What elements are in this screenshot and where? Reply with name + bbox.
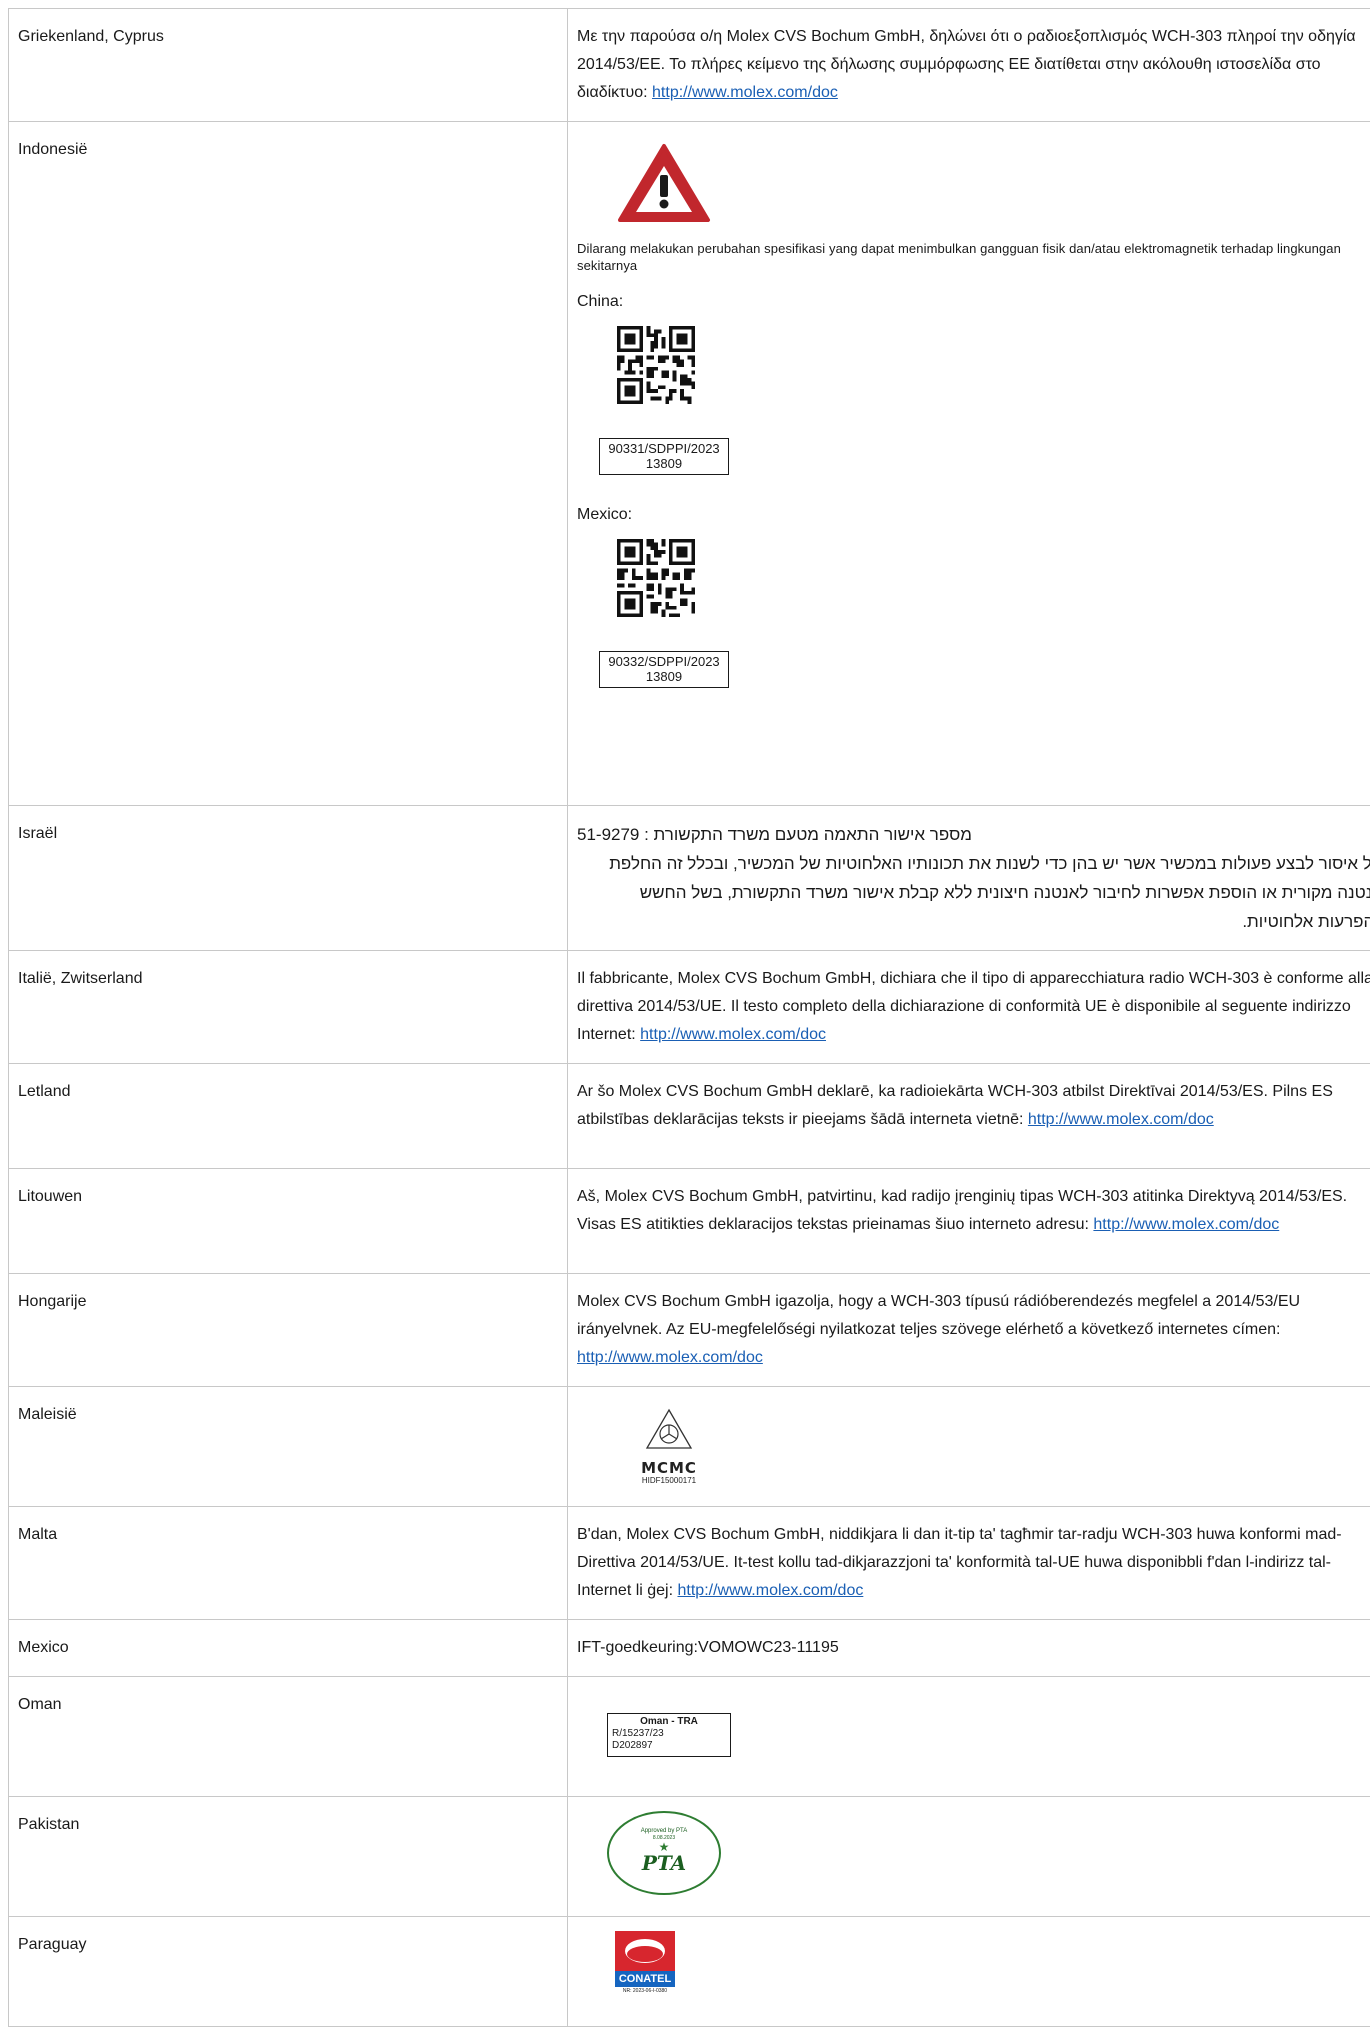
- china-cert-box: 90331/SDPPI/2023 13809: [599, 438, 729, 475]
- country-cell: Pakistan: [9, 1797, 568, 1917]
- country-cell: Maleisië: [9, 1387, 568, 1507]
- cert-number: 90332/SDPPI/2023: [600, 654, 728, 669]
- country-cell: Paraguay: [9, 1917, 568, 2027]
- country-cell: Indonesië: [9, 122, 568, 806]
- country-cell: Italië, Zwitserland: [9, 951, 568, 1064]
- pta-logo: Approved by PTA 8.08.2023 ★ PTA: [607, 1811, 721, 1895]
- declaration-cell: Molex CVS Bochum GmbH igazolja, hogy a W…: [568, 1274, 1370, 1387]
- country-cell: Hongarije: [9, 1274, 568, 1387]
- declaration-cell: IFT-goedkeuring:VOMOWC23-11195: [568, 1620, 1370, 1677]
- table-row: Italië, Zwitserland Il fabbricante, Mole…: [9, 951, 1370, 1064]
- declaration-cell: Il fabbricante, Molex CVS Bochum GmbH, d…: [568, 951, 1370, 1064]
- pta-logo-text: PTA: [609, 1853, 719, 1873]
- table-row: Maleisië MCMC HIDF15000171: [9, 1387, 1370, 1507]
- table-row: Litouwen Aš, Molex CVS Bochum GmbH, patv…: [9, 1169, 1370, 1274]
- table-row: Oman Oman - TRA R/15237/23 D202897: [9, 1677, 1370, 1797]
- cert-number: 90331/SDPPI/2023: [600, 441, 728, 456]
- oman-tra-title: Oman - TRA: [612, 1716, 726, 1728]
- warning-text: Dilarang melakukan perubahan spesifikasi…: [577, 240, 1370, 274]
- mcmc-logo-text: MCMC: [629, 1461, 709, 1475]
- cert-number: HIDF15000171: [629, 1475, 709, 1486]
- table-row: Paraguay CONATEL NR: 2023-06-I-0380: [9, 1917, 1370, 2027]
- country-approval-table: Griekenland, Cyprus Με την παρούσα ο/η M…: [8, 8, 1370, 2027]
- certification-cell: Dilarang melakukan perubahan spesifikasi…: [568, 122, 1370, 806]
- country-cell: Griekenland, Cyprus: [9, 9, 568, 122]
- hebrew-warning-text: חל איסור לבצע פעולות במכשיר אשר יש בהן כ…: [577, 849, 1370, 936]
- doc-link[interactable]: http://www.molex.com/doc: [577, 1349, 763, 1366]
- conatel-emblem-icon: [615, 1931, 675, 1971]
- table-row: Letland Ar šo Molex CVS Bochum GmbH dekl…: [9, 1064, 1370, 1169]
- qr-code-icon: [617, 539, 1370, 617]
- mexico-cert-box: 90332/SDPPI/2023 13809: [599, 651, 729, 688]
- table-row: Indonesië Dilarang melakukan perubahan s…: [9, 122, 1370, 806]
- doc-link[interactable]: http://www.molex.com/doc: [652, 84, 838, 101]
- declaration-cell: Με την παρούσα ο/η Molex CVS Bochum GmbH…: [568, 9, 1370, 122]
- certification-cell: Oman - TRA R/15237/23 D202897: [568, 1677, 1370, 1797]
- declaration-cell: B'dan, Molex CVS Bochum GmbH, niddikjara…: [568, 1507, 1370, 1620]
- certification-cell: Approved by PTA 8.08.2023 ★ PTA: [568, 1797, 1370, 1917]
- doc-link[interactable]: http://www.molex.com/doc: [640, 1026, 826, 1043]
- country-cell: Israël: [9, 806, 568, 951]
- table-row: Malta B'dan, Molex CVS Bochum GmbH, nidd…: [9, 1507, 1370, 1620]
- country-cell: Malta: [9, 1507, 568, 1620]
- qr-code-icon: [617, 326, 1370, 404]
- doc-link[interactable]: http://www.molex.com/doc: [678, 1582, 864, 1599]
- oman-tra-label: Oman - TRA R/15237/23 D202897: [607, 1713, 731, 1757]
- doc-link[interactable]: http://www.molex.com/doc: [1028, 1111, 1214, 1128]
- declaration-text: Ar šo Molex CVS Bochum GmbH deklarē, ka …: [577, 1083, 1333, 1128]
- country-cell: Oman: [9, 1677, 568, 1797]
- country-cell: Mexico: [9, 1620, 568, 1677]
- mexico-label: Mexico:: [577, 501, 1370, 529]
- cert-number: NR: 2023-06-I-0380: [615, 1987, 675, 1995]
- country-cell: Letland: [9, 1064, 568, 1169]
- declaration-cell: Ar šo Molex CVS Bochum GmbH deklarē, ka …: [568, 1064, 1370, 1169]
- declaration-cell: מספר אישור התאמה מטעם משרד התקשורת : 51-…: [568, 806, 1370, 951]
- declaration-cell: Aš, Molex CVS Bochum GmbH, patvirtinu, k…: [568, 1169, 1370, 1274]
- cert-number: R/15237/23: [612, 1728, 726, 1740]
- table-row: Pakistan Approved by PTA 8.08.2023 ★ PTA: [9, 1797, 1370, 1917]
- doc-link[interactable]: http://www.molex.com/doc: [1093, 1216, 1279, 1233]
- cert-number: 13809: [600, 669, 728, 684]
- table-row: Hongarije Molex CVS Bochum GmbH igazolja…: [9, 1274, 1370, 1387]
- china-label: China:: [577, 288, 1370, 316]
- cert-number: D202897: [612, 1740, 726, 1752]
- table-row: Mexico IFT-goedkeuring:VOMOWC23-11195: [9, 1620, 1370, 1677]
- cert-number: 13809: [600, 456, 728, 471]
- certification-cell: CONATEL NR: 2023-06-I-0380: [568, 1917, 1370, 2027]
- conatel-logo: CONATEL NR: 2023-06-I-0380: [615, 1931, 679, 1995]
- table-row: Griekenland, Cyprus Με την παρούσα ο/η M…: [9, 9, 1370, 122]
- country-cell: Litouwen: [9, 1169, 568, 1274]
- hebrew-approval-line: מספר אישור התאמה מטעם משרד התקשורת : 51-…: [577, 820, 1370, 849]
- declaration-text: Molex CVS Bochum GmbH igazolja, hogy a W…: [577, 1293, 1300, 1338]
- warning-triangle-icon: [577, 136, 1370, 238]
- conatel-logo-text: CONATEL: [615, 1971, 675, 1987]
- certification-cell: MCMC HIDF15000171: [568, 1387, 1370, 1507]
- table-row: Israël מספר אישור התאמה מטעם משרד התקשור…: [9, 806, 1370, 951]
- mcmc-logo: MCMC HIDF15000171: [629, 1407, 709, 1486]
- pta-approved-text: Approved by PTA: [609, 1827, 719, 1835]
